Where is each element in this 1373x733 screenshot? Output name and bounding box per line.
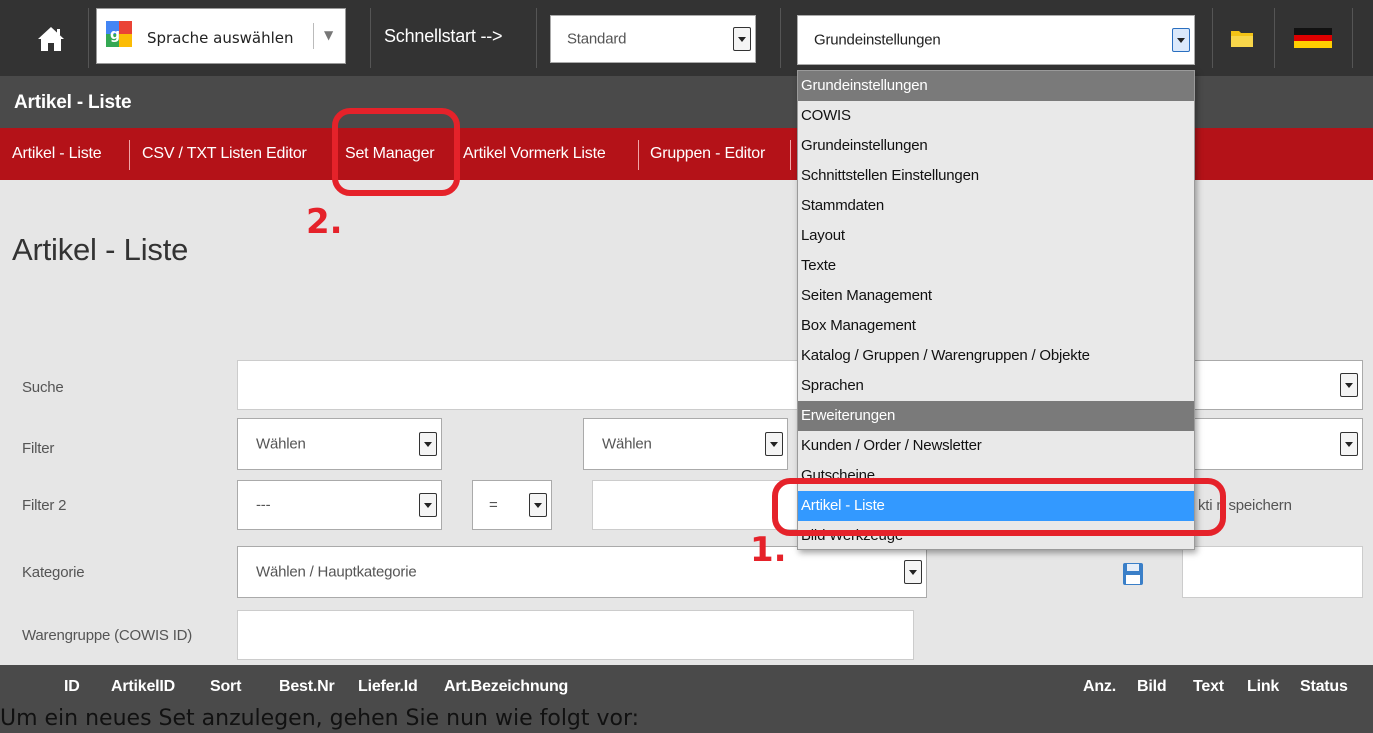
dropdown-option[interactable]: Texte	[798, 251, 1194, 281]
warengruppe-label: Warengruppe (COWIS ID)	[22, 627, 193, 644]
chevron-down-icon: ▼	[324, 28, 334, 42]
toolbar-separator	[88, 8, 89, 68]
annotation-highlight-set-manager	[332, 108, 460, 196]
language-label: Sprache auswählen	[147, 29, 294, 47]
dropdown-option[interactable]: Kunden / Order / Newsletter	[798, 431, 1194, 461]
dropdown-option[interactable]: Seiten Management	[798, 281, 1194, 311]
svg-text:g: g	[110, 27, 120, 43]
page-title: Artikel - Liste	[12, 232, 189, 267]
column-header-bild[interactable]: Bild	[1137, 678, 1167, 696]
toolbar-separator	[1352, 8, 1353, 68]
dropdown-option[interactable]: Schnittstellen Einstellungen	[798, 161, 1194, 191]
instruction-text: Um ein neues Set anzulegen, gehen Sie nu…	[0, 706, 640, 731]
chevron-down-icon[interactable]	[419, 493, 437, 517]
toolbar-separator	[780, 8, 781, 68]
nav-item-csv-txt-editor[interactable]: CSV / TXT Listen Editor	[142, 128, 307, 180]
toolbar-separator	[536, 8, 537, 68]
filter2-operator-select[interactable]: =	[472, 480, 552, 530]
quickstart-label: Schnellstart -->	[384, 26, 503, 46]
dropdown-group-header: Erweiterungen	[798, 401, 1194, 431]
dropdown-group-header: Grundeinstellungen	[798, 71, 1194, 101]
right-select-2[interactable]: 0	[1182, 418, 1363, 470]
annotation-step-1: 1.	[750, 530, 787, 570]
dropdown-option[interactable]: Katalog / Gruppen / Warengruppen / Objek…	[798, 341, 1194, 371]
selection-name-input[interactable]	[1182, 546, 1363, 598]
chevron-down-icon[interactable]	[733, 27, 751, 51]
language-selector[interactable]: g Sprache auswählen ▼	[96, 8, 346, 64]
home-icon[interactable]	[36, 24, 66, 54]
save-icon[interactable]	[1122, 562, 1144, 586]
filter2-label: Filter 2	[22, 497, 67, 514]
column-header-status[interactable]: Status	[1300, 678, 1348, 696]
settings-select[interactable]: Grundeinstellungen	[797, 15, 1195, 65]
filter2-operator-value: =	[489, 496, 498, 514]
chevron-down-icon[interactable]	[419, 432, 437, 456]
column-header-text[interactable]: Text	[1193, 678, 1224, 696]
divider	[313, 23, 314, 49]
annotation-step-2: 2.	[306, 202, 343, 242]
profile-select[interactable]: Standard	[550, 15, 756, 63]
right-select-1[interactable]: 0	[1182, 360, 1363, 410]
column-header-bestnr[interactable]: Best.Nr	[279, 678, 335, 696]
nav-item-gruppen-editor[interactable]: Gruppen - Editor	[650, 128, 765, 180]
filter2-value-input[interactable]	[592, 480, 802, 530]
chevron-down-icon[interactable]	[1172, 28, 1190, 52]
search-label: Suche	[22, 379, 64, 396]
category-select-value: Wählen / Hauptkategorie	[256, 563, 417, 581]
filter-select-1[interactable]: Wählen	[237, 418, 442, 470]
profile-select-value: Standard	[567, 30, 627, 48]
german-flag-icon[interactable]	[1294, 28, 1332, 48]
category-label: Kategorie	[22, 564, 85, 581]
filter-select-2[interactable]: Wählen	[583, 418, 788, 470]
dropdown-option[interactable]: Sprachen	[798, 371, 1194, 401]
chevron-down-icon[interactable]	[904, 560, 922, 584]
chevron-down-icon[interactable]	[529, 493, 547, 517]
column-header-artbezeichnung[interactable]: Art.Bezeichnung	[444, 678, 568, 696]
category-select[interactable]: Wählen / Hauptkategorie	[237, 546, 927, 598]
chevron-down-icon[interactable]	[1340, 373, 1358, 397]
settings-select-value: Grundeinstellungen	[814, 31, 941, 49]
filter-select-2-value: Wählen	[602, 435, 652, 453]
annotation-highlight-artikel-liste	[772, 478, 1226, 536]
column-header-link[interactable]: Link	[1247, 678, 1279, 696]
nav-separator	[638, 140, 639, 170]
chevron-down-icon[interactable]	[1340, 432, 1358, 456]
column-header-lieferid[interactable]: Liefer.Id	[358, 678, 418, 696]
column-header-artikelid[interactable]: ArtikelID	[111, 678, 175, 696]
dropdown-option[interactable]: Layout	[798, 221, 1194, 251]
column-header-id[interactable]: ID	[64, 678, 80, 696]
nav-separator	[790, 140, 791, 170]
section-title: Artikel - Liste	[14, 92, 132, 113]
nav-separator	[129, 140, 130, 170]
filter-select-1-value: Wählen	[256, 435, 306, 453]
dropdown-option[interactable]: COWIS	[798, 101, 1194, 131]
top-toolbar: g Sprache auswählen ▼ Schnellstart --> S…	[0, 0, 1373, 76]
filter2-field-select[interactable]: ---	[237, 480, 442, 530]
dropdown-option[interactable]: Stammdaten	[798, 191, 1194, 221]
folder-icon[interactable]	[1230, 28, 1254, 48]
google-translate-icon: g	[106, 21, 132, 47]
filter2-field-value: ---	[256, 496, 271, 514]
nav-item-artikel-vormerk-liste[interactable]: Artikel Vormerk Liste	[463, 128, 606, 180]
filter-label: Filter	[22, 440, 55, 457]
nav-item-artikel-liste[interactable]: Artikel - Liste	[12, 128, 102, 180]
column-header-sort[interactable]: Sort	[210, 678, 241, 696]
warengruppe-input[interactable]	[237, 610, 914, 660]
dropdown-option[interactable]: Box Management	[798, 311, 1194, 341]
chevron-down-icon[interactable]	[765, 432, 783, 456]
toolbar-separator	[1274, 8, 1275, 68]
column-header-anz[interactable]: Anz.	[1083, 678, 1116, 696]
toolbar-separator	[370, 8, 371, 68]
toolbar-separator	[1212, 8, 1213, 68]
search-input[interactable]	[237, 360, 802, 410]
dropdown-option[interactable]: Grundeinstellungen	[798, 131, 1194, 161]
